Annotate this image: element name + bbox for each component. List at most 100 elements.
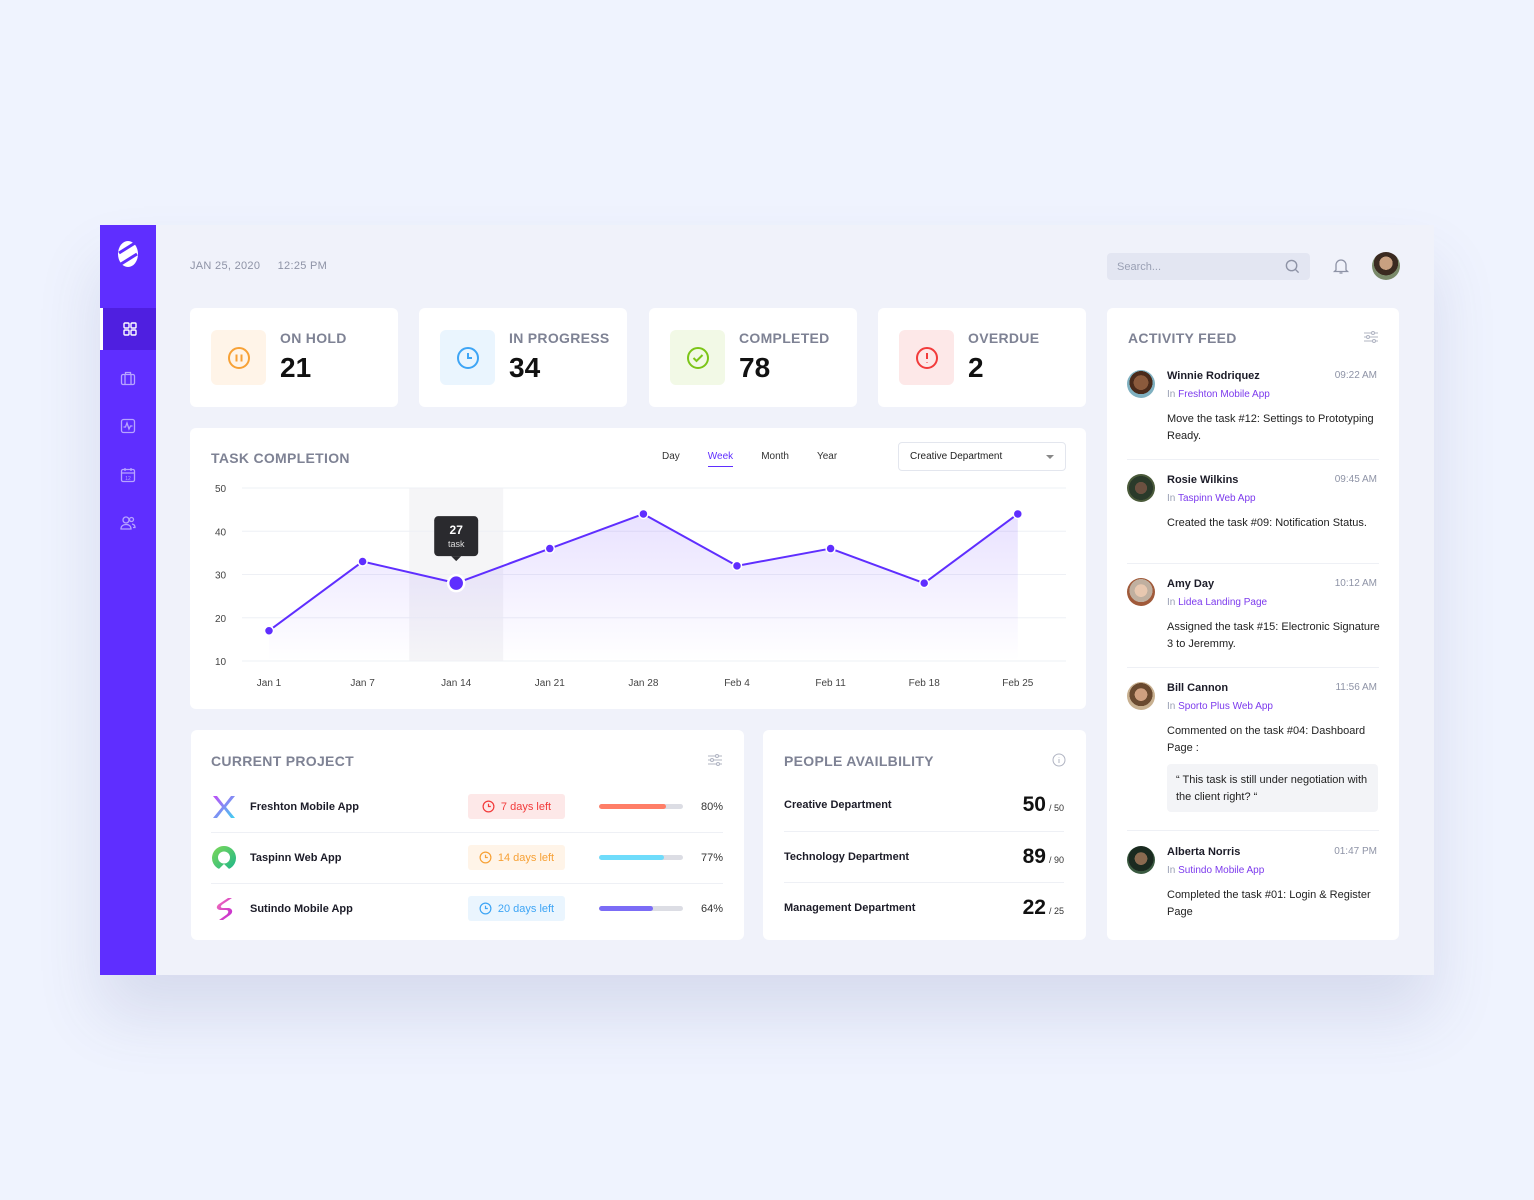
sidebar-item-team[interactable]: [100, 502, 156, 544]
department-name: Management Department: [784, 901, 916, 914]
sidebar-item-calendar[interactable]: 12: [100, 454, 156, 496]
feed-item[interactable]: Bill Cannon 11:56 AM In Sporto Plus Web …: [1127, 682, 1385, 822]
clock-icon: [456, 346, 479, 369]
stat-card-overdue[interactable]: OVERDUE 2: [878, 308, 1086, 407]
feed-comment-quote: “ This task is still under negotiation w…: [1167, 764, 1378, 812]
data-point: [918, 577, 930, 589]
in-label: In: [1167, 597, 1176, 608]
project-name: Freshton Mobile App: [250, 800, 359, 813]
people-availability-title: PEOPLE AVAILBILITY: [784, 753, 934, 769]
search-box[interactable]: [1107, 253, 1310, 280]
stat-value: 34: [509, 352, 541, 383]
feed-user-name[interactable]: Alberta Norris: [1167, 846, 1240, 858]
activity-feed-title: ACTIVITY FEED: [1128, 330, 1237, 346]
search-input[interactable]: [1117, 260, 1285, 273]
project-link[interactable]: Freshton Mobile App: [1178, 389, 1270, 400]
progress-fill: [599, 804, 667, 809]
in-label: In: [1167, 389, 1176, 400]
pulse-icon: [120, 418, 136, 434]
stat-label: COMPLETED: [739, 330, 830, 346]
stat-label: ON HOLD: [280, 330, 347, 346]
deadline-text: 7 days left: [500, 800, 552, 813]
stat-card-on-hold[interactable]: ON HOLD 21: [190, 308, 398, 407]
sidebar-item-projects[interactable]: [100, 357, 156, 399]
app-logo-icon[interactable]: [116, 239, 140, 269]
data-point: [638, 508, 649, 520]
search-icon[interactable]: [1285, 259, 1300, 274]
bell-icon[interactable]: [1332, 257, 1350, 275]
project-link[interactable]: Taspinn Web App: [1178, 493, 1256, 504]
divider: [1127, 667, 1379, 668]
department-availability: 50/ 50: [1023, 793, 1064, 817]
feed-user-name[interactable]: Rosie Wilkins: [1167, 474, 1238, 486]
y-tick-label: 40: [215, 527, 227, 538]
avatar[interactable]: [1127, 370, 1155, 398]
briefcase-icon: [120, 371, 136, 386]
avatar[interactable]: [1127, 682, 1155, 710]
feed-text: Created the task #09: Notification Statu…: [1167, 517, 1367, 529]
taspinn-logo-icon: [212, 845, 236, 869]
filter-icon[interactable]: [708, 754, 722, 766]
feed-project: In Lidea Landing Page: [1167, 597, 1267, 608]
stat-card-completed[interactable]: COMPLETED 78: [649, 308, 857, 407]
clock-icon: [479, 902, 492, 915]
stat-icon-box: [899, 330, 954, 385]
feed-item[interactable]: Rosie Wilkins 09:45 AM In Taspinn Web Ap…: [1127, 474, 1385, 554]
current-project-title: CURRENT PROJECT: [211, 753, 354, 769]
feed-user-name[interactable]: Bill Cannon: [1167, 682, 1228, 694]
feed-time: 09:22 AM: [1334, 370, 1377, 381]
data-point: [446, 573, 466, 593]
project-name: Taspinn Web App: [250, 851, 342, 864]
avatar[interactable]: [1127, 474, 1155, 502]
data-point: [357, 556, 368, 567]
available-count: 22: [1022, 895, 1046, 919]
feed-project: In Sporto Plus Web App: [1167, 701, 1273, 712]
stat-label: OVERDUE: [968, 330, 1040, 346]
stat-value: 2: [968, 352, 984, 383]
project-row[interactable]: Taspinn Web App 14 days left 77%: [211, 832, 723, 883]
avatar[interactable]: [1127, 846, 1155, 874]
feed-user-name[interactable]: Amy Day: [1167, 578, 1214, 590]
project-link[interactable]: Sporto Plus Web App: [1178, 701, 1273, 712]
calendar-icon: 12: [120, 468, 136, 483]
total-count: / 90: [1048, 854, 1064, 865]
svg-text:12: 12: [125, 476, 131, 482]
department-availability: 89/ 90: [1023, 845, 1064, 869]
feed-project: In Freshton Mobile App: [1167, 389, 1270, 400]
feed-user-name[interactable]: Winnie Rodriquez: [1167, 370, 1260, 382]
tooltip-value: 27: [450, 523, 464, 537]
stat-card-in-progress[interactable]: IN PROGRESS 34: [419, 308, 627, 407]
sidebar-item-dashboard[interactable]: [100, 308, 156, 350]
feed-text: Completed the task #01: Login & Register…: [1167, 889, 1371, 918]
x-tick-label: Jan 28: [628, 678, 658, 689]
x-tick-label: Jan 1: [257, 678, 282, 689]
current-date: JAN 25, 2020: [190, 260, 261, 272]
progress-fill: [599, 855, 664, 860]
avatar[interactable]: [1127, 578, 1155, 606]
user-avatar[interactable]: [1372, 252, 1400, 280]
department-name: Creative Department: [784, 798, 892, 811]
y-tick-label: 20: [215, 614, 227, 625]
current-time: 12:25 PM: [277, 260, 328, 272]
project-link[interactable]: Sutindo Mobile App: [1178, 865, 1264, 876]
stat-value: 78: [739, 352, 771, 383]
clock-icon: [479, 851, 492, 864]
project-row[interactable]: Freshton Mobile App 7 days left 80%: [211, 781, 723, 832]
data-point: [825, 543, 836, 554]
feed-item[interactable]: Alberta Norris 01:47 PM In Sutindo Mobil…: [1127, 846, 1385, 926]
available-count: 50: [1022, 792, 1046, 816]
x-tick-label: Jan 14: [441, 678, 471, 689]
stat-icon-box: [670, 330, 725, 385]
filter-icon[interactable]: [1364, 331, 1378, 343]
feed-item[interactable]: Amy Day 10:12 AM In Lidea Landing Page A…: [1127, 578, 1385, 658]
data-point: [1012, 508, 1024, 520]
progress-percent: 80%: [700, 800, 723, 813]
info-icon[interactable]: [1052, 753, 1066, 767]
deadline-badge: 7 days left: [468, 794, 565, 819]
sidebar-item-activity[interactable]: [100, 405, 156, 447]
progress-bar: [599, 804, 683, 809]
feed-text: Move the task #12: Settings to Prototypi…: [1167, 413, 1374, 442]
project-row[interactable]: Sutindo Mobile App 20 days left 64%: [211, 883, 723, 934]
project-link[interactable]: Lidea Landing Page: [1178, 597, 1267, 608]
feed-item[interactable]: Winnie Rodriquez 09:22 AM In Freshton Mo…: [1127, 370, 1385, 450]
